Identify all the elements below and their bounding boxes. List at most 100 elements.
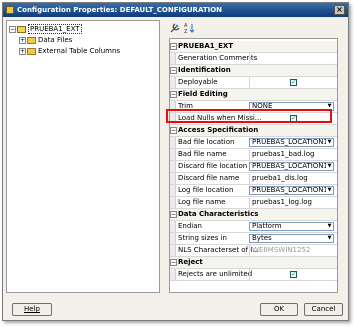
row-gutter: [170, 161, 176, 172]
row-gutter: [170, 173, 176, 184]
sort-icon[interactable]: A Z: [183, 22, 195, 34]
app-icon: [6, 6, 14, 14]
configuration-properties-window: Configuration Properties: DEFAULT_CONFIG…: [2, 2, 349, 321]
property-row: Bad file location PRUEBAS_LOCATION1 ▼: [170, 137, 337, 149]
collapse-toggle[interactable]: −: [170, 91, 177, 98]
property-name: Endian: [178, 222, 202, 230]
dropdown-value: Bytes: [252, 234, 272, 242]
collapse-toggle[interactable]: −: [170, 127, 177, 134]
property-dropdown[interactable]: PRUEBAS_LOCATION1 ▼: [249, 138, 334, 147]
property-checkbox[interactable]: ✓: [290, 79, 297, 86]
tree-item-label: Data Files: [38, 36, 73, 44]
row-gutter: [170, 221, 176, 232]
chevron-down-icon[interactable]: ▼: [326, 187, 333, 194]
property-group-header[interactable]: − Reject: [170, 257, 337, 269]
help-button[interactable]: Help: [12, 303, 52, 316]
tree-root-item[interactable]: − PRUEBA1_EXT: [9, 24, 82, 34]
tree-root-label: PRUEBA1_EXT: [28, 24, 82, 34]
help-button-label: Help: [24, 305, 40, 313]
close-button[interactable]: ×: [334, 5, 345, 15]
svg-text:Z: Z: [184, 29, 188, 34]
property-group-header[interactable]: − Identification: [170, 65, 337, 77]
property-name: Discard file name: [178, 174, 240, 182]
expand-toggle[interactable]: +: [19, 36, 26, 44]
splitter[interactable]: [161, 20, 166, 293]
property-dropdown[interactable]: Platform ▼: [249, 222, 334, 231]
property-dropdown[interactable]: PRUEBAS_LOCATION1 ▼: [249, 162, 334, 171]
property-row: Generation Comments: [170, 53, 337, 65]
property-group-header[interactable]: − Access Specification: [170, 125, 337, 137]
property-name: NLS Characterset of I...: [178, 246, 259, 254]
highlight-annotation: [166, 109, 332, 123]
chevron-down-icon[interactable]: ▼: [326, 223, 333, 230]
tree-item-data-files[interactable]: + Data Files: [19, 35, 72, 45]
object-tree-panel: − PRUEBA1_EXT + Data Files + External Table…: [6, 20, 160, 293]
property-name: Log file location: [178, 186, 234, 194]
property-row: NLS Characterset of I... WE8MSWIN1252: [170, 245, 337, 257]
row-gutter: [170, 77, 176, 88]
property-name: Generation Comments: [178, 54, 258, 62]
property-row: Discard file location PRUEBAS_LOCATION1 ▼: [170, 161, 337, 173]
property-dropdown[interactable]: Bytes ▼: [249, 234, 334, 243]
collapse-toggle[interactable]: −: [170, 211, 177, 218]
property-row: Deployable ✓: [170, 77, 337, 89]
property-group-header[interactable]: − Field Editing: [170, 89, 337, 101]
property-row: Rejects are unlimited ✓: [170, 269, 337, 281]
dropdown-value: Platform: [252, 222, 282, 230]
property-value-field[interactable]: pruebas1_bad.log: [249, 149, 337, 160]
row-gutter: [170, 53, 176, 64]
property-value-field[interactable]: pruebas1_log.log: [249, 197, 337, 208]
property-name: PRUEBA1_EXT: [178, 42, 234, 50]
property-row: Log file location PRUEBAS_LOCATION1 ▼: [170, 185, 337, 197]
row-gutter: [170, 233, 176, 244]
property-name: Bad file name: [178, 150, 227, 158]
collapse-toggle[interactable]: −: [170, 43, 177, 50]
title-bar[interactable]: Configuration Properties: DEFAULT_CONFIG…: [3, 3, 348, 17]
property-row: String sizes in Bytes ▼: [170, 233, 337, 245]
cancel-button-label: Cancel: [311, 305, 336, 313]
property-name: Field Editing: [178, 90, 228, 98]
property-row: Discard file name prueba1_dis.log: [170, 173, 337, 185]
property-value-field[interactable]: [249, 53, 337, 64]
tree-item-label: External Table Columns: [38, 47, 121, 55]
property-row: Bad file name pruebas1_bad.log: [170, 149, 337, 161]
property-row: Endian Platform ▼: [170, 221, 337, 233]
property-value-field[interactable]: prueba1_dis.log: [249, 173, 337, 184]
window-title: Configuration Properties: DEFAULT_CONFIG…: [17, 6, 223, 14]
wrench-icon[interactable]: [169, 22, 181, 34]
property-name: String sizes in: [178, 234, 227, 242]
property-name: Deployable: [178, 78, 218, 86]
cancel-button[interactable]: Cancel: [304, 303, 343, 316]
table-icon: [17, 25, 26, 33]
property-group-header[interactable]: − Data Characteristics: [170, 209, 337, 221]
property-name: Bad file location: [178, 138, 235, 146]
property-value-readonly: WE8MSWIN1252: [249, 245, 337, 256]
property-checkbox[interactable]: ✓: [290, 271, 297, 278]
property-group-header[interactable]: − PRUEBA1_EXT: [170, 41, 337, 53]
row-gutter: [170, 137, 176, 148]
row-gutter: [170, 245, 176, 256]
property-name: Discard file location: [178, 162, 248, 170]
property-dropdown[interactable]: PRUEBAS_LOCATION1 ▼: [249, 186, 334, 195]
row-gutter: [170, 197, 176, 208]
row-gutter: [170, 269, 176, 280]
collapse-toggle[interactable]: −: [170, 259, 177, 266]
collapse-toggle[interactable]: −: [9, 25, 16, 33]
property-name: Rejects are unlimited: [178, 270, 253, 278]
property-name: Reject: [178, 258, 203, 266]
collapse-toggle[interactable]: −: [170, 67, 177, 74]
folder-icon: [27, 47, 36, 55]
expand-toggle[interactable]: +: [19, 47, 26, 55]
ok-button-label: OK: [273, 305, 285, 313]
chevron-down-icon[interactable]: ▼: [326, 163, 333, 170]
chevron-down-icon[interactable]: ▼: [326, 139, 333, 146]
property-name: Identification: [178, 66, 231, 74]
property-row: Log file name pruebas1_log.log: [170, 197, 337, 209]
row-gutter: [170, 185, 176, 196]
property-inspector: − PRUEBA1_EXT Generation Comments − Identifi…: [169, 38, 338, 293]
ok-button[interactable]: OK: [260, 303, 298, 316]
tree-item-external-table-columns[interactable]: + External Table Columns: [19, 46, 120, 56]
chevron-down-icon[interactable]: ▼: [326, 235, 333, 242]
row-gutter: [170, 149, 176, 160]
dropdown-value: PRUEBAS_LOCATION1: [252, 186, 328, 194]
